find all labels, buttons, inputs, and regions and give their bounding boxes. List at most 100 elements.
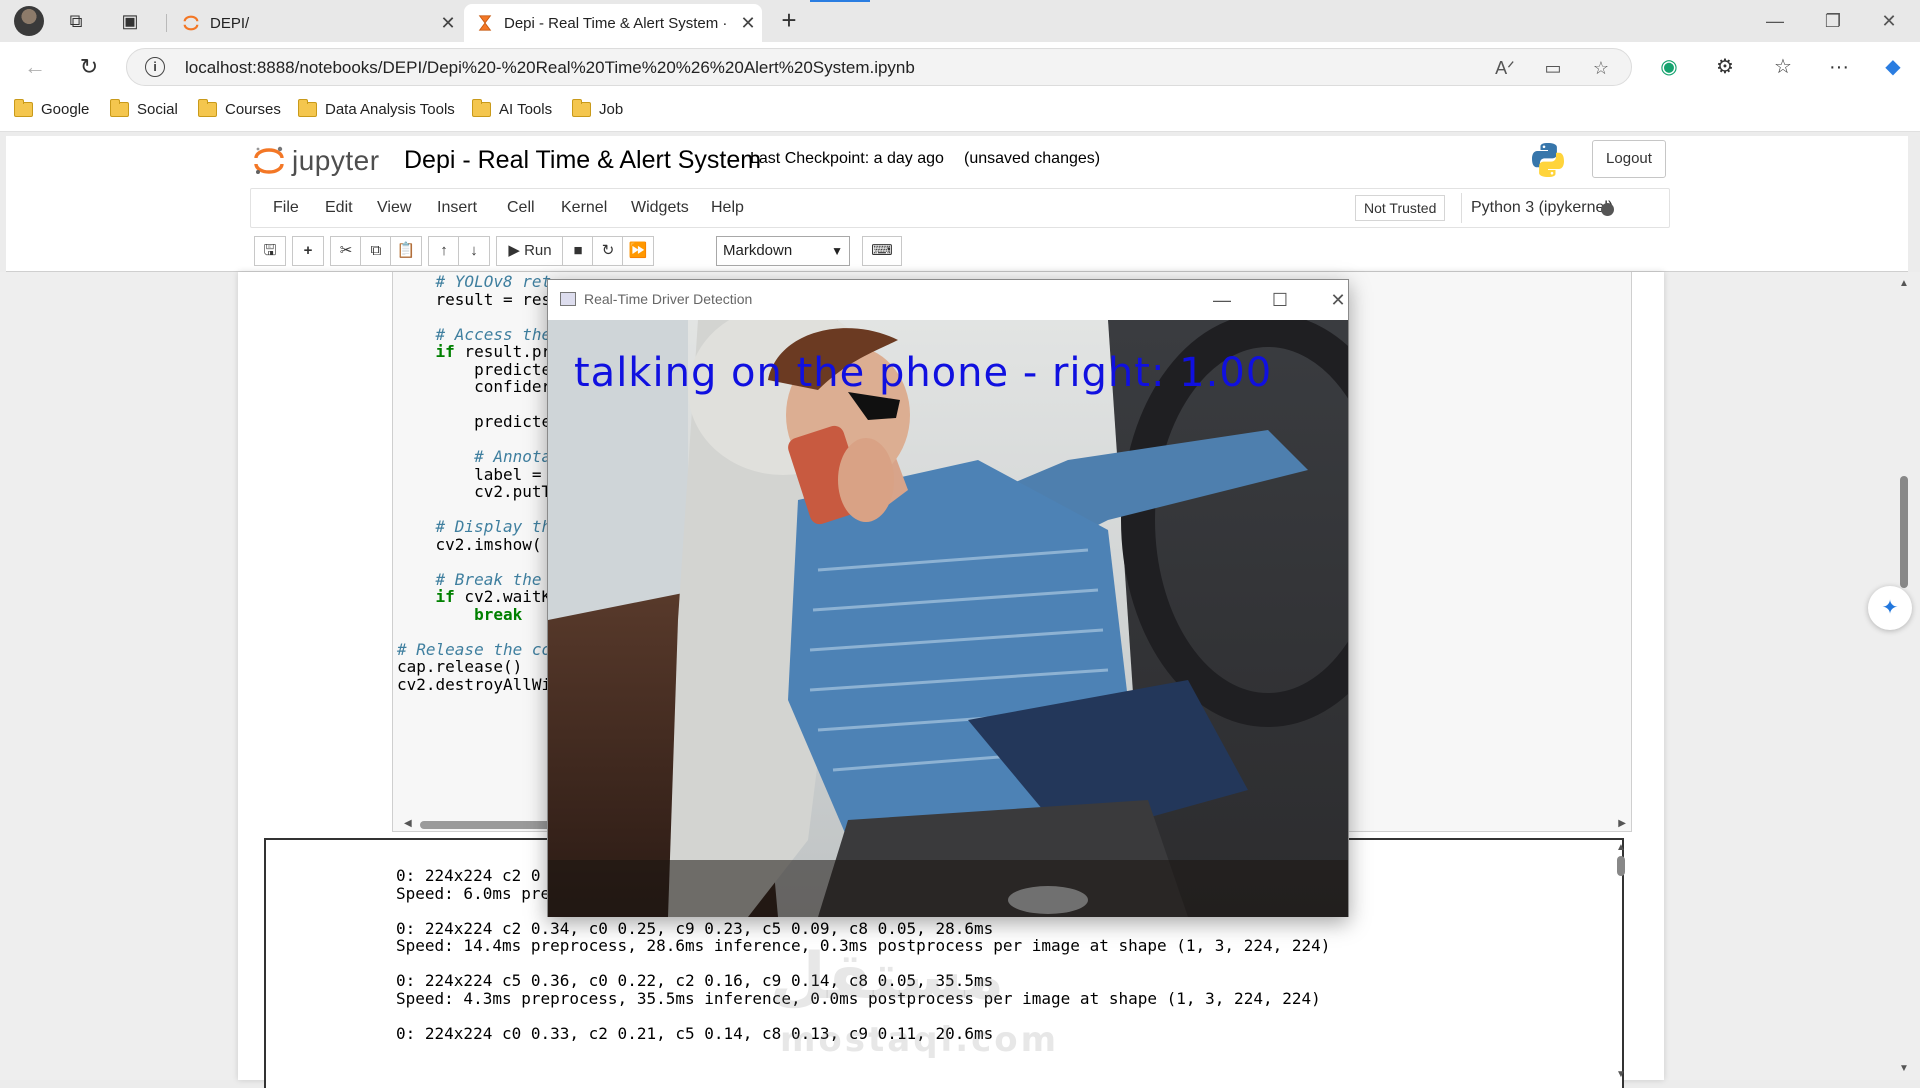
menu-kernel[interactable]: Kernel — [561, 199, 607, 217]
menu-cell[interactable]: Cell — [507, 199, 535, 217]
code-line[interactable]: result = res — [397, 290, 552, 309]
scroll-down-icon[interactable]: ▼ — [1616, 1069, 1626, 1080]
code-line[interactable]: # Access the — [397, 325, 552, 344]
tab-depi-folder[interactable]: DEPI/ ✕ — [170, 4, 462, 42]
restart-icon[interactable]: ↻ — [592, 236, 624, 266]
minimize-icon[interactable]: — — [1202, 286, 1242, 314]
menu-widgets[interactable]: Widgets — [631, 199, 689, 217]
refresh-icon[interactable]: ↻ — [76, 54, 102, 80]
cell-type-select[interactable]: Markdown ▼ — [716, 236, 850, 266]
scroll-up-icon[interactable]: ▲ — [1899, 278, 1909, 289]
insert-cell-icon[interactable]: + — [292, 236, 324, 266]
site-info-icon[interactable]: i — [145, 57, 165, 77]
code-line[interactable]: predicte — [397, 412, 551, 431]
bookmark-data-analysis-tools[interactable]: Data Analysis Tools — [298, 99, 455, 118]
scroll-up-icon[interactable]: ▲ — [1616, 842, 1626, 853]
new-tab-icon[interactable]: + — [776, 7, 802, 34]
output-line: Speed: 6.0ms pre — [396, 883, 551, 903]
jupyter-logo-icon — [254, 146, 284, 174]
code-line[interactable]: # Break the — [397, 570, 551, 589]
more-options-icon[interactable]: ··· — [1826, 54, 1852, 80]
save-icon[interactable]: 🖫 — [254, 236, 286, 266]
notebook-title[interactable]: Depi - Real Time & Alert System — [404, 146, 761, 175]
close-window-icon[interactable]: ✕ — [1318, 286, 1358, 314]
profile-avatar[interactable] — [14, 6, 44, 36]
menu-file[interactable]: File — [273, 199, 299, 217]
copilot-icon[interactable]: ◆ — [1880, 54, 1906, 80]
bookmark-courses[interactable]: Courses — [198, 99, 281, 118]
trust-status-button[interactable]: Not Trusted — [1355, 195, 1446, 221]
code-line[interactable]: predicte — [397, 360, 551, 379]
driver-camera-image — [548, 320, 1348, 917]
menu-view[interactable]: View — [377, 199, 411, 217]
code-line[interactable]: if cv2.waitK — [397, 587, 552, 606]
code-line[interactable]: break — [397, 605, 522, 624]
scroll-down-icon[interactable]: ▼ — [1899, 1063, 1909, 1074]
menu-insert[interactable]: Insert — [437, 199, 477, 217]
folder-icon — [110, 99, 129, 117]
code-line[interactable]: confider — [397, 377, 551, 396]
scroll-right-icon[interactable]: ▶ — [1618, 818, 1626, 829]
bookmark-job[interactable]: Job — [572, 99, 623, 118]
immersive-reader-icon[interactable]: ▭ — [1541, 56, 1565, 80]
minimize-icon[interactable]: — — [1760, 8, 1790, 34]
cut-icon[interactable]: ✂ — [330, 236, 362, 266]
code-line[interactable]: # Annota — [397, 447, 551, 466]
close-window-icon[interactable]: ✕ — [1874, 8, 1904, 34]
jupyter-logo[interactable]: jupyter — [252, 144, 380, 178]
menu-help[interactable]: Help — [711, 199, 744, 217]
close-tab-icon[interactable]: ✕ — [734, 13, 762, 34]
read-aloud-icon[interactable]: Aᐟ — [1493, 56, 1517, 80]
copilot-sidebar-icon[interactable]: ✦ — [1868, 586, 1912, 630]
url-text[interactable]: localhost:8888/notebooks/DEPI/Depi%20-%2… — [185, 58, 915, 78]
paste-icon[interactable]: 📋 — [390, 236, 422, 266]
code-line[interactable]: cap.release() — [397, 657, 522, 676]
output-scrollbar[interactable]: ▲ ▼ — [1614, 842, 1628, 1080]
code-line[interactable]: # YOLOv8 ret — [397, 272, 552, 291]
kernel-name: Python 3 (ipykernel) — [1471, 199, 1614, 216]
code-line[interactable]: if result.pr — [397, 342, 552, 361]
bookmark-ai-tools[interactable]: AI Tools — [472, 99, 552, 118]
address-bar-row: ← ↻ i localhost:8888/notebooks/DEPI/Depi… — [0, 42, 1920, 92]
opencv-titlebar[interactable]: Real-Time Driver Detection — ☐ ✕ — [548, 280, 1348, 320]
move-up-icon[interactable]: ↑ — [428, 236, 460, 266]
back-icon[interactable]: ← — [22, 54, 48, 80]
favorite-star-icon[interactable]: ☆ — [1589, 56, 1613, 80]
restore-icon[interactable]: ❐ — [1818, 8, 1848, 34]
favorites-icon[interactable]: ☆ — [1770, 54, 1796, 80]
bookmark-google[interactable]: Google — [14, 99, 90, 118]
maximize-icon[interactable]: ☐ — [1260, 286, 1300, 314]
stop-icon[interactable]: ■ — [562, 236, 594, 266]
code-line[interactable]: cv2.destroyAllWi — [397, 675, 551, 694]
run-button[interactable]: ▶ Run — [496, 236, 564, 266]
bookmark-social[interactable]: Social — [110, 99, 178, 118]
scrollbar-thumb[interactable] — [1617, 856, 1625, 876]
address-bar[interactable]: i localhost:8888/notebooks/DEPI/Depi%20-… — [126, 48, 1632, 86]
fast-forward-icon[interactable]: ⏩ — [622, 236, 654, 266]
code-line[interactable]: label = — [397, 465, 551, 484]
cell-type-value: Markdown — [723, 242, 793, 259]
menu-edit[interactable]: Edit — [325, 199, 353, 217]
tab-notebook[interactable]: Depi - Real Time & Alert System · ✕ — [464, 4, 762, 42]
code-line[interactable]: cv2.imshow( — [397, 535, 542, 554]
move-down-icon[interactable]: ↓ — [458, 236, 490, 266]
code-line[interactable]: # Display th — [397, 517, 552, 536]
tab-actions-icon[interactable]: ▣ — [118, 9, 142, 33]
keyboard-shortcuts-icon[interactable]: ⌨ — [862, 236, 902, 266]
scrollbar-thumb[interactable] — [1900, 476, 1908, 588]
code-line[interactable]: cv2.putT — [397, 482, 551, 501]
kernel-divider — [1461, 193, 1462, 223]
logout-button[interactable]: Logout — [1592, 140, 1666, 178]
opencv-window[interactable]: Real-Time Driver Detection — ☐ ✕ talking… — [547, 279, 1349, 917]
scroll-left-icon[interactable]: ◀ — [404, 818, 412, 829]
close-tab-icon[interactable]: ✕ — [434, 13, 462, 34]
folder-icon — [298, 99, 317, 117]
bookmark-label: Google — [41, 101, 90, 118]
copy-icon[interactable]: ⧉ — [360, 236, 392, 266]
grammarly-extension-icon[interactable]: ◉ — [1656, 54, 1682, 80]
page-scrollbar[interactable]: ▲ ▼ — [1896, 272, 1912, 1080]
workspaces-icon[interactable]: ⧉ — [64, 9, 88, 33]
extensions-icon[interactable]: ⚙ — [1712, 54, 1738, 80]
detection-label: talking on the phone - right: 1.00 — [574, 350, 1273, 396]
code-line[interactable]: # Release the co — [397, 640, 551, 659]
